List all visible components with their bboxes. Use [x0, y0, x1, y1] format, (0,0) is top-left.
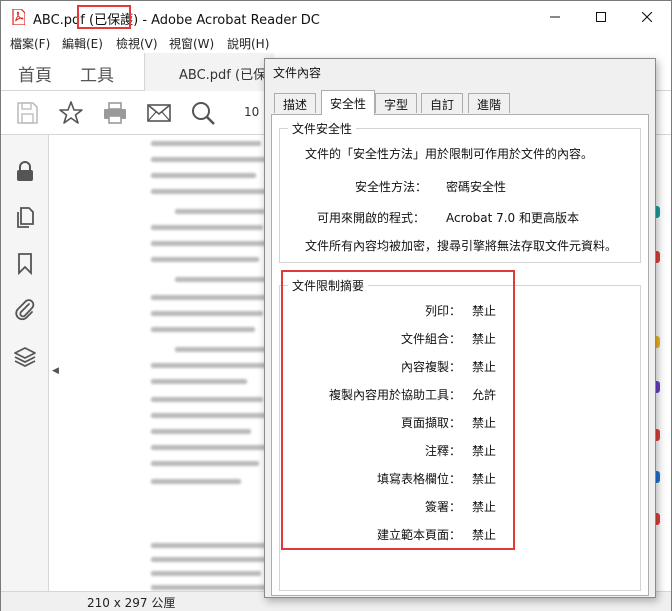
document-tab-label: ABC.pdf (已保	[179, 68, 267, 83]
document-viewport[interactable]	[65, 135, 271, 591]
pdf-file-icon	[12, 9, 25, 25]
star-icon[interactable]	[57, 99, 85, 127]
close-window-button[interactable]	[624, 1, 670, 33]
tab-fonts[interactable]: 字型	[375, 93, 418, 113]
dialog-title: 文件內容	[273, 66, 322, 80]
restriction-value-print: 禁止	[472, 304, 497, 318]
collapse-panel-arrow-icon[interactable]: ◀	[52, 366, 59, 376]
protected-highlight-box	[77, 5, 131, 29]
compatible-program-label: 可用來開啟的程式：	[317, 211, 426, 225]
restriction-value-comments: 禁止	[472, 444, 497, 458]
maximize-icon	[596, 12, 606, 22]
maximize-button[interactable]	[578, 1, 624, 33]
title-bar[interactable]: ABC.pdf (已保護) - Adobe Acrobat Reader DC	[1, 1, 671, 33]
tab-security[interactable]: 安全性	[321, 90, 376, 115]
attachment-icon[interactable]	[13, 297, 37, 321]
encryption-note: 文件所有內容均被加密，搜尋引擎將無法存取文件元資料。	[305, 239, 618, 253]
print-icon[interactable]	[101, 99, 129, 127]
email-icon[interactable]	[145, 99, 173, 127]
restriction-value-copy: 禁止	[472, 360, 497, 374]
document-properties-dialog: 文件內容 描述 安全性 字型 自訂 進階 文件安全性 文件的「安全性方法」用於限…	[264, 58, 656, 598]
search-icon[interactable]	[189, 99, 217, 127]
menu-view[interactable]: 檢視(V)	[116, 35, 158, 52]
restriction-label-comments: 注釋：	[424, 444, 461, 458]
restriction-label-accessibility-copy: 複製內容用於協助工具：	[328, 388, 461, 402]
left-navigation-rail	[1, 135, 49, 591]
minimize-button[interactable]	[532, 1, 578, 33]
lock-icon[interactable]	[13, 159, 37, 183]
pages-icon[interactable]	[13, 205, 37, 229]
menu-help[interactable]: 說明(H)	[227, 35, 269, 52]
menu-edit[interactable]: 編輯(E)	[62, 35, 103, 52]
tab-custom[interactable]: 自訂	[421, 93, 464, 113]
tab-document[interactable]: ABC.pdf (已保	[144, 53, 274, 91]
tab-advanced[interactable]: 進階	[468, 93, 511, 113]
save-icon[interactable]	[13, 99, 41, 127]
security-method-label: 安全性方法：	[355, 180, 428, 194]
document-security-title: 文件安全性	[288, 120, 357, 137]
tab-description[interactable]: 描述	[274, 93, 317, 113]
security-method-description: 文件的「安全性方法」用於限制可作用於文件的內容。	[305, 147, 594, 161]
menu-file[interactable]: 檔案(F)	[10, 35, 50, 52]
document-restrictions-title: 文件限制摘要	[288, 277, 369, 294]
restriction-label-print: 列印：	[424, 304, 461, 318]
bookmark-icon[interactable]	[13, 251, 37, 275]
menu-bar: 檔案(F) 編輯(E) 檢視(V) 視窗(W) 說明(H)	[1, 33, 671, 53]
menu-window[interactable]: 視窗(W)	[169, 35, 214, 52]
page-number-field[interactable]: 10	[244, 105, 259, 119]
restriction-value-form-fields: 禁止	[472, 472, 497, 486]
restriction-value-signing: 禁止	[472, 500, 497, 514]
page-size-label: 210 x 297 公厘	[87, 596, 176, 610]
tab-tools[interactable]: 工具	[80, 61, 114, 86]
restriction-label-form-fields: 填寫表格欄位：	[376, 472, 461, 486]
close-icon	[642, 12, 652, 22]
restriction-value-template-pages: 禁止	[472, 528, 497, 542]
title-app-name: - Adobe Acrobat Reader DC	[142, 13, 320, 28]
restriction-label-page-extraction: 頁面擷取：	[400, 416, 461, 430]
layers-icon[interactable]	[13, 345, 37, 369]
restriction-label-signing: 簽署：	[424, 500, 461, 514]
restriction-label-assembly: 文件組合：	[400, 332, 461, 346]
minimize-icon	[550, 16, 560, 18]
restriction-value-assembly: 禁止	[472, 332, 497, 346]
tab-home[interactable]: 首頁	[18, 61, 52, 86]
restriction-value-accessibility-copy: 允許	[472, 388, 497, 402]
security-tab-panel: 文件安全性 文件的「安全性方法」用於限制可作用於文件的內容。 安全性方法： 密碼…	[271, 114, 649, 596]
security-method-value: 密碼安全性	[446, 180, 507, 194]
restriction-label-template-pages: 建立範本頁面：	[376, 528, 461, 542]
restriction-value-page-extraction: 禁止	[472, 416, 497, 430]
restriction-label-copy: 內容複製：	[400, 360, 461, 374]
compatible-program-value: Acrobat 7.0 和更高版本	[446, 211, 579, 225]
